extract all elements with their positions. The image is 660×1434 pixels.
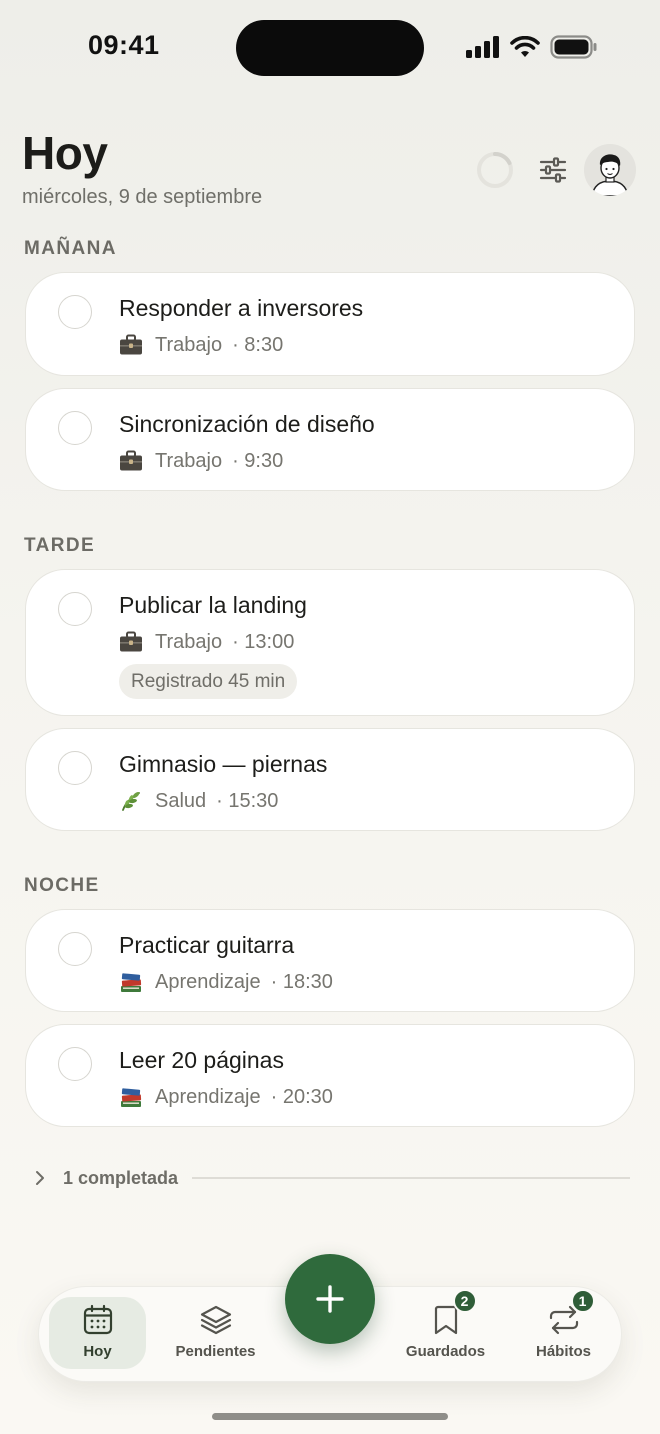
- tab-saved-label: Guardados: [405, 1343, 486, 1360]
- task-title: Leer 20 páginas: [119, 1047, 284, 1073]
- leaf-icon: [119, 789, 143, 813]
- task-meta: Trabajo · 8:30: [119, 333, 283, 357]
- task-category: Trabajo: [155, 333, 223, 356]
- task-card[interactable]: Responder a inversores Trabajo · 8:30: [25, 272, 635, 376]
- task-category: Trabajo: [155, 630, 223, 653]
- tab-saved[interactable]: 2 Guardados: [397, 1289, 494, 1369]
- task-meta: Trabajo · 9:30: [119, 449, 283, 473]
- briefcase-icon: [119, 333, 143, 357]
- task-category: Salud: [155, 789, 207, 812]
- task-time: · 15:30: [216, 789, 279, 812]
- briefcase-icon: [119, 449, 143, 473]
- task-title: Publicar la landing: [119, 592, 307, 618]
- page-title: Hoy: [22, 127, 108, 179]
- tab-today[interactable]: Hoy: [49, 1297, 146, 1369]
- books-icon: [119, 970, 143, 994]
- filter-button[interactable]: [536, 152, 570, 188]
- task-card[interactable]: Leer 20 páginas Aprendizaje · 20:30: [25, 1024, 635, 1127]
- task-title: Gimnasio — piernas: [119, 751, 328, 777]
- task-time: · 13:00: [232, 630, 295, 653]
- page-date: miércoles, 9 de septiembre: [22, 186, 263, 208]
- task-card[interactable]: Publicar la landing Trabajo · 13:00 Regi…: [25, 569, 635, 716]
- task-checkbox[interactable]: [58, 932, 92, 966]
- section-night: NOCHE: [24, 875, 100, 896]
- home-indicator[interactable]: [212, 1413, 448, 1420]
- task-checkbox[interactable]: [58, 295, 92, 329]
- habits-badge: 1: [570, 1289, 595, 1313]
- status-icons: [466, 34, 598, 60]
- task-meta: Trabajo · 13:00: [119, 630, 294, 654]
- task-card[interactable]: Gimnasio — piernas Salud · 15:30: [25, 728, 635, 831]
- tab-pending-label: Pendientes: [175, 1343, 256, 1360]
- task-meta: Aprendizaje · 20:30: [119, 1085, 333, 1109]
- bookmark-icon: 2: [429, 1289, 477, 1337]
- tab-today-label: Hoy: [83, 1343, 112, 1360]
- tab-pending[interactable]: Pendientes: [167, 1297, 264, 1369]
- calendar-icon: [81, 1303, 115, 1337]
- task-card[interactable]: Practicar guitarra Aprendizaje · 18:30: [25, 909, 635, 1012]
- sliders-icon: [539, 157, 567, 183]
- repeat-icon: 1: [547, 1289, 595, 1337]
- section-morning: MAÑANA: [24, 238, 117, 259]
- task-time: · 18:30: [270, 970, 333, 993]
- tab-habits[interactable]: 1 Hábitos: [515, 1289, 612, 1369]
- task-meta: Aprendizaje · 18:30: [119, 970, 333, 994]
- task-card[interactable]: Sincronización de diseño Trabajo · 9:30: [25, 388, 635, 491]
- task-time: · 8:30: [232, 333, 284, 356]
- battery-icon: [550, 35, 597, 59]
- add-task-button[interactable]: [285, 1254, 375, 1344]
- progress-ring-icon[interactable]: [476, 151, 514, 189]
- plus-icon: [316, 1285, 344, 1313]
- task-category: Aprendizaje: [155, 970, 261, 993]
- task-category: Aprendizaje: [155, 1085, 261, 1108]
- avatar[interactable]: [584, 144, 636, 196]
- completed-label: 1 completada: [63, 1167, 179, 1188]
- status-bar: 09:41: [0, 0, 660, 96]
- layers-icon: [199, 1303, 233, 1337]
- chevron-right-icon: [30, 1168, 50, 1188]
- task-time: · 20:30: [270, 1085, 333, 1108]
- task-checkbox[interactable]: [58, 411, 92, 445]
- completed-toggle[interactable]: 1 completada: [30, 1164, 630, 1192]
- status-time: 09:41: [88, 30, 160, 60]
- task-checkbox[interactable]: [58, 751, 92, 785]
- wifi-icon: [510, 36, 540, 57]
- task-time: · 9:30: [232, 449, 284, 472]
- section-afternoon: TARDE: [24, 535, 96, 556]
- task-checkbox[interactable]: [58, 592, 92, 626]
- logged-time-badge: Registrado 45 min: [119, 664, 298, 699]
- tab-habits-label: Hábitos: [535, 1343, 591, 1360]
- books-icon: [119, 1085, 143, 1109]
- task-meta: Salud · 15:30: [119, 789, 278, 813]
- saved-badge: 2: [452, 1289, 477, 1313]
- user-avatar-icon: [584, 144, 636, 196]
- task-title: Responder a inversores: [119, 295, 364, 321]
- task-checkbox[interactable]: [58, 1047, 92, 1081]
- divider: [192, 1177, 630, 1179]
- task-category: Trabajo: [155, 449, 223, 472]
- signal-icon: [466, 36, 499, 58]
- task-title: Sincronización de diseño: [119, 411, 375, 437]
- briefcase-icon: [119, 630, 143, 654]
- dynamic-island: [236, 20, 424, 76]
- task-title: Practicar guitarra: [119, 932, 295, 958]
